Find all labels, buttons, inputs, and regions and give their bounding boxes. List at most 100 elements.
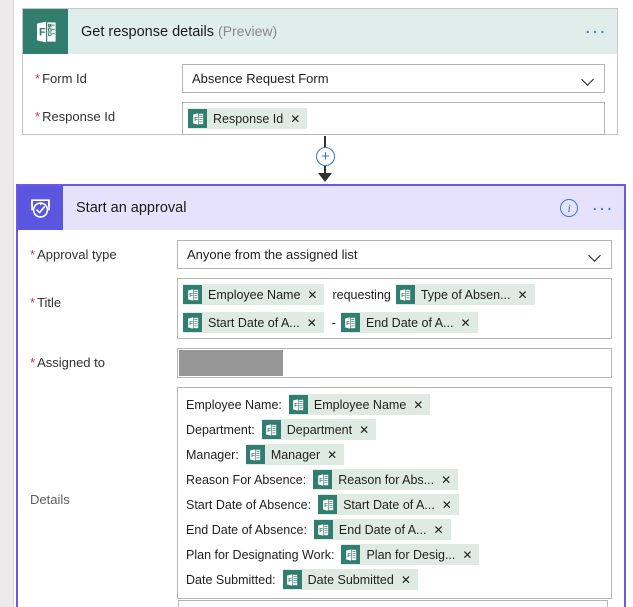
remove-token-icon[interactable]: ✕ [459, 317, 478, 329]
details-row-label: Employee Name: [186, 397, 282, 412]
dynamic-content-token[interactable]: F End Date of A... ✕ [313, 519, 451, 540]
card-header-actions-approval: i ... [560, 186, 614, 230]
svg-text:F: F [295, 402, 299, 408]
microsoft-forms-icon: F [288, 395, 308, 414]
token-label: Reason for Abs... [338, 472, 435, 487]
field-label-response-id: * Response Id [35, 109, 116, 124]
field-row-assigned-to: * Assigned to [18, 348, 624, 378]
remove-token-icon[interactable]: ✕ [439, 474, 458, 486]
required-asterisk: * [30, 355, 36, 370]
remove-token-icon[interactable]: ✕ [357, 424, 376, 436]
field-row-title: * Title F Employee Name ✕ requesting F T… [18, 278, 624, 339]
dynamic-content-token[interactable]: F Department ✕ [261, 419, 377, 440]
details-row-label: Start Date of Absence: [186, 497, 312, 512]
field-row-form-id: * Form Id Absence Request Form [23, 64, 617, 93]
remove-token-icon[interactable]: ✕ [305, 289, 324, 301]
svg-text:F: F [319, 477, 323, 483]
card-title-text: Get response details [81, 24, 214, 40]
dynamic-content-token[interactable]: F Type of Absen... ✕ [395, 284, 535, 305]
svg-text:F: F [347, 552, 351, 558]
field-label-details: Details [30, 492, 70, 507]
microsoft-forms-icon: F [23, 9, 68, 54]
microsoft-forms-icon: F [313, 520, 333, 539]
dynamic-content-token[interactable]: F Start Date of A... ✕ [183, 312, 324, 333]
token-label: Manager [270, 447, 321, 462]
svg-text:F: F [39, 26, 46, 38]
dynamic-content-token[interactable]: F Reason for Abs... ✕ [313, 469, 459, 490]
dynamic-content-token[interactable]: F Response Id ✕ [188, 108, 308, 129]
remove-token-icon[interactable]: ✕ [516, 289, 535, 301]
details-row: Manager: F Manager ✕ [186, 442, 603, 467]
response-id-input[interactable]: F Response Id ✕ [182, 102, 605, 135]
assigned-to-input[interactable] [177, 348, 612, 378]
microsoft-forms-icon: F [340, 313, 360, 332]
more-options-icon[interactable]: ... [592, 195, 614, 216]
form-id-value: Absence Request Form [192, 71, 329, 86]
microsoft-forms-icon: F [183, 313, 202, 332]
info-icon[interactable]: i [560, 199, 579, 217]
chevron-down-icon[interactable] [590, 251, 601, 262]
dynamic-content-token[interactable]: F Manager ✕ [245, 444, 345, 465]
response-id-token-line: F Response Id ✕ [183, 103, 604, 134]
token-label: Response Id [213, 111, 284, 126]
remove-token-icon[interactable]: ✕ [440, 499, 459, 511]
form-id-dropdown[interactable]: Absence Request Form [182, 64, 605, 93]
card-title-preview-tag: (Preview) [218, 23, 278, 39]
microsoft-forms-icon: F [261, 420, 281, 439]
field-row-response-id: * Response Id F Response Id ✕ [23, 102, 617, 135]
card-body-start-an-approval: * Approval type Anyone from the assigned … [18, 240, 624, 599]
field-row-approval-type: * Approval type Anyone from the assigned … [18, 240, 624, 269]
insert-step-plus-icon[interactable]: + [316, 147, 335, 166]
token-label: Start Date of A... [208, 315, 300, 330]
title-literal-separator: - [331, 315, 336, 330]
action-card-get-response-details[interactable]: F Get response details (Preview) ... * F… [22, 8, 618, 135]
dynamic-content-token[interactable]: F Plan for Desig... ✕ [341, 544, 480, 565]
dynamic-content-token[interactable]: F Start Date of A... ✕ [318, 494, 459, 515]
microsoft-forms-icon: F [183, 285, 202, 304]
approval-type-dropdown[interactable]: Anyone from the assigned list [177, 240, 612, 269]
remove-token-icon[interactable]: ✕ [411, 399, 430, 411]
dynamic-content-token[interactable]: F Employee Name ✕ [288, 394, 431, 415]
svg-text:F: F [324, 502, 328, 508]
token-label: Start Date of A... [343, 497, 435, 512]
details-input[interactable]: Employee Name: F Employee Name ✕ Departm… [177, 387, 612, 599]
dynamic-content-token[interactable]: F Date Submitted ✕ [282, 569, 418, 590]
remove-token-icon[interactable]: ✕ [288, 113, 307, 125]
more-options-icon[interactable]: ... [585, 18, 607, 39]
title-token-line-1: F Employee Name ✕ requesting F Type of A… [178, 279, 611, 310]
token-label: Date Submitted [307, 572, 394, 587]
remove-token-icon[interactable]: ✕ [431, 524, 450, 536]
approval-type-value: Anyone from the assigned list [187, 247, 358, 262]
card-title-get-response-details: Get response details (Preview) [81, 23, 277, 40]
details-row-label: Department: [186, 422, 255, 437]
svg-text:F: F [347, 320, 351, 326]
remove-token-icon[interactable]: ✕ [305, 317, 324, 329]
field-label-assigned-to: * Assigned to [30, 355, 105, 370]
token-label: Type of Absen... [420, 287, 511, 302]
action-card-start-an-approval[interactable]: Start an approval i ... * Approval type A… [16, 184, 626, 607]
card-header-start-an-approval[interactable]: Start an approval i ... [18, 186, 624, 230]
required-asterisk: * [35, 71, 41, 86]
details-row-label: Manager: [186, 447, 239, 462]
remove-token-icon[interactable]: ✕ [399, 574, 418, 586]
card-header-get-response-details[interactable]: F Get response details (Preview) ... [23, 9, 617, 54]
details-row-label: Plan for Designating Work: [186, 547, 335, 562]
dynamic-content-token[interactable]: F Employee Name ✕ [183, 284, 325, 305]
svg-text:F: F [252, 452, 256, 458]
remove-token-icon[interactable]: ✕ [460, 549, 479, 561]
title-literal-text: requesting [332, 287, 391, 302]
details-row-label: End Date of Absence: [186, 522, 307, 537]
svg-text:F: F [189, 292, 193, 298]
chevron-down-icon[interactable] [583, 75, 594, 86]
title-input[interactable]: F Employee Name ✕ requesting F Type of A… [177, 278, 612, 339]
required-asterisk: * [30, 295, 36, 310]
card-body-get-response-details: * Form Id Absence Request Form * Response … [23, 64, 617, 135]
flow-designer-canvas: F Get response details (Preview) ... * F… [0, 0, 633, 607]
microsoft-forms-icon: F [188, 109, 207, 128]
token-label: Plan for Desig... [366, 547, 456, 562]
canvas-left-gutter [0, 0, 14, 607]
token-label: End Date of A... [365, 315, 454, 330]
field-row-details: Details Employee Name: F Employee Name ✕ [18, 387, 624, 599]
remove-token-icon[interactable]: ✕ [325, 449, 344, 461]
dynamic-content-token[interactable]: F End Date of A... ✕ [340, 312, 478, 333]
